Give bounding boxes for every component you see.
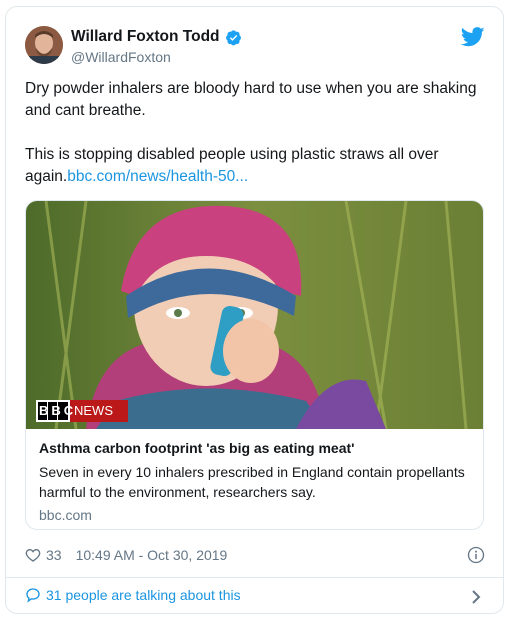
talking-link[interactable]: 31 people are talking about this: [25, 587, 241, 603]
user-handle[interactable]: @WillardFoxton: [71, 49, 171, 65]
avatar[interactable]: [25, 26, 63, 64]
bbc-logo-text: BBC: [39, 403, 77, 418]
twitter-bird-icon[interactable]: [461, 27, 485, 47]
chevron-right-icon[interactable]: [469, 588, 483, 606]
card-title[interactable]: Asthma carbon footprint 'as big as eatin…: [39, 440, 472, 456]
timestamp[interactable]: 10:49 AM - Oct 30, 2019: [76, 547, 228, 563]
talking-text[interactable]: 31 people are talking about this: [46, 587, 241, 603]
verified-icon: [225, 29, 241, 45]
speech-bubble-icon: [26, 588, 40, 603]
tweet-embed: Willard Foxton Todd @WillardFoxton Dry p…: [5, 6, 504, 614]
tweet-text: Dry powder inhalers are bloody hard to u…: [25, 78, 485, 188]
divider: [6, 577, 503, 578]
display-name[interactable]: Willard Foxton Todd: [71, 28, 220, 46]
tweet-text-line2: This is stopping disabled people using p…: [25, 144, 485, 188]
tweet-meta: 33 10:49 AM - Oct 30, 2019: [25, 547, 227, 563]
card-domain: bbc.com: [39, 507, 92, 523]
like-count[interactable]: 33: [46, 547, 62, 563]
link-card[interactable]: BBC NEWS Asthma carbon footprint 'as big…: [25, 200, 484, 530]
bbc-news-badge: BBC NEWS: [36, 400, 128, 422]
news-text: NEWS: [74, 403, 113, 418]
info-icon[interactable]: [467, 546, 485, 564]
card-body[interactable]: Asthma carbon footprint 'as big as eatin…: [26, 429, 483, 523]
card-description: Seven in every 10 inhalers prescribed in…: [39, 464, 465, 500]
card-image[interactable]: [26, 201, 484, 429]
tweet-text-line1: Dry powder inhalers are bloody hard to u…: [25, 80, 477, 119]
heart-icon[interactable]: [25, 547, 41, 563]
tweet-link[interactable]: bbc.com/news/health-50...: [67, 168, 248, 185]
